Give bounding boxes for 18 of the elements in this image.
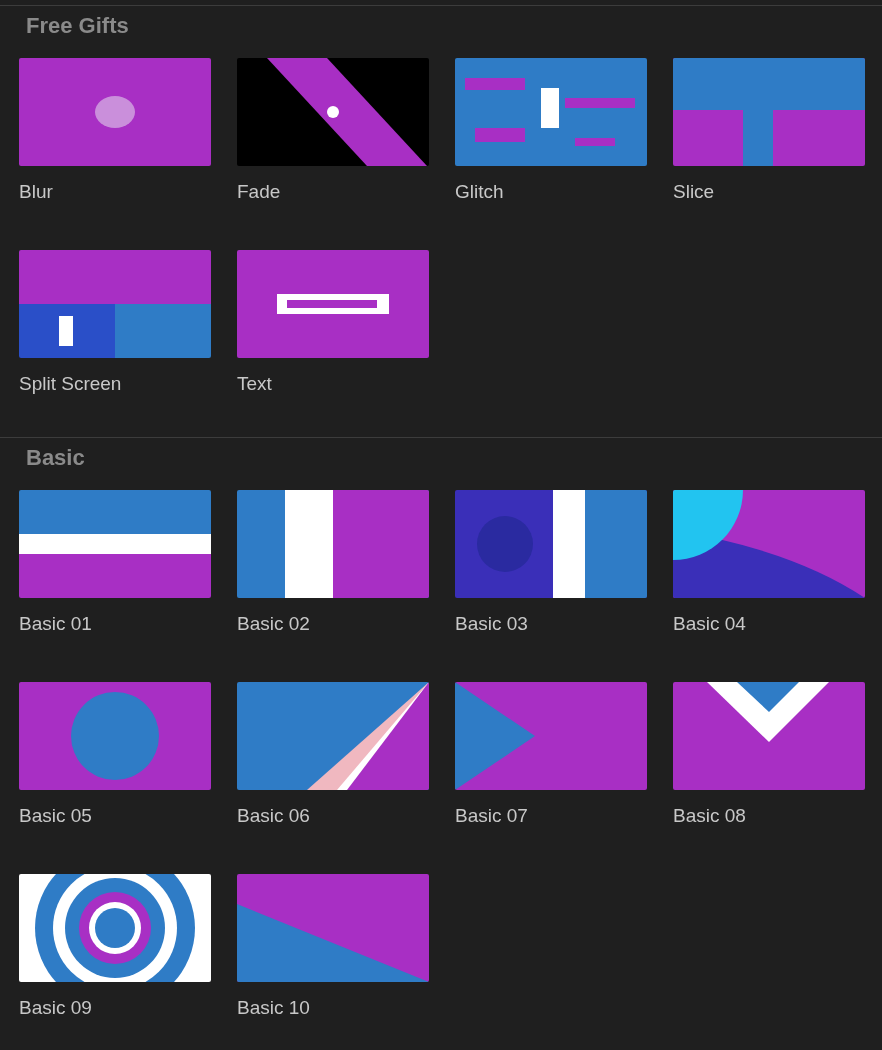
- transition-label: Split Screen: [19, 372, 122, 396]
- section-title: Basic: [26, 446, 85, 470]
- transition-label: Basic 03: [455, 612, 528, 636]
- transition-label: Slice: [673, 180, 715, 204]
- transition-label: Blur: [19, 180, 53, 204]
- transition-label: Basic 10: [237, 996, 310, 1020]
- transition-label: Basic 01: [19, 612, 92, 636]
- transition-label: Basic 06: [237, 804, 310, 828]
- transition-label: Basic 05: [19, 804, 92, 828]
- transition-label: Text: [237, 372, 272, 396]
- transition-label: Basic 02: [237, 612, 310, 636]
- transition-label: Basic 04: [673, 612, 746, 636]
- transition-label: Fade: [237, 180, 281, 204]
- transition-label: Glitch: [455, 180, 504, 204]
- transition-label: Basic 09: [19, 996, 92, 1020]
- transition-label: Basic 08: [673, 804, 746, 828]
- section-title: Free Gifts: [26, 14, 129, 38]
- transition-label: Basic 07: [455, 804, 528, 828]
